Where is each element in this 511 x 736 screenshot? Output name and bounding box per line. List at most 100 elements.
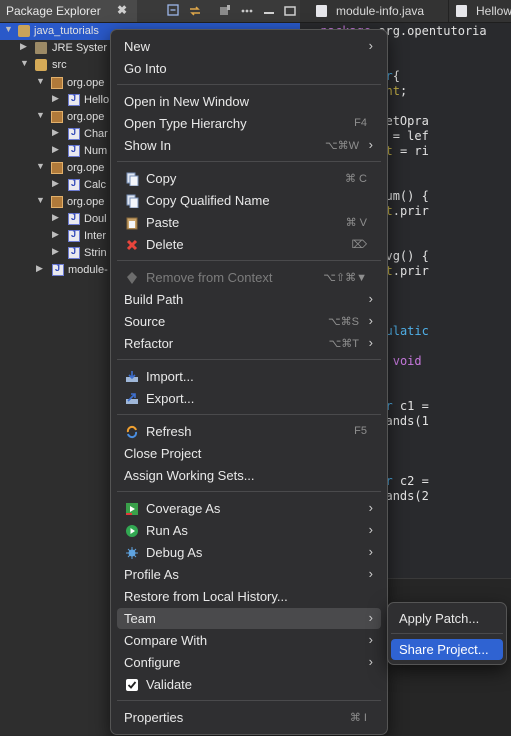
tree-item-label: JRE Syster <box>52 42 108 54</box>
menu-item-refresh[interactable]: Refresh F5 <box>117 421 381 442</box>
menu-item-configure[interactable]: Configure › <box>117 652 381 673</box>
tree-item-src[interactable]: ▼ src <box>0 57 110 74</box>
tree-item-file[interactable]: ▶ Num <box>0 143 110 160</box>
menu-item-import[interactable]: Import... <box>117 366 381 387</box>
run-icon <box>126 525 138 537</box>
chevron-right-icon[interactable]: ▶ <box>52 93 59 104</box>
chevron-right-icon[interactable]: ▶ <box>36 263 43 274</box>
view-menu-icon[interactable] <box>240 4 254 18</box>
menu-item-go-into[interactable]: Go Into <box>117 58 381 79</box>
menu-item-coverage-as[interactable]: Coverage As › <box>117 498 381 519</box>
tab-label: module-info.java <box>336 4 425 18</box>
menu-item-properties[interactable]: Properties ⌘ I <box>117 707 381 728</box>
menu-item-debug-as[interactable]: Debug As › <box>117 542 381 563</box>
tree-item-package[interactable]: ▼ org.ope <box>0 109 110 126</box>
menu-item-label: Restore from Local History... <box>124 589 288 604</box>
chevron-right-icon[interactable]: ▶ <box>20 41 27 52</box>
menu-item-export[interactable]: Export... <box>117 388 381 409</box>
menu-item-new[interactable]: New › <box>117 36 381 57</box>
delete-icon <box>126 239 138 251</box>
package-icon <box>51 77 63 89</box>
maximize-icon[interactable] <box>283 4 297 18</box>
tree-item-file[interactable]: ▶ Doul <box>0 211 110 228</box>
tree-item-package[interactable]: ▼ org.ope <box>0 194 110 211</box>
tab-module-info[interactable]: module-info.java <box>308 0 449 22</box>
chevron-right-icon: › <box>368 335 373 350</box>
menu-item-refactor[interactable]: Refactor ⌥⌘T › <box>117 333 381 354</box>
tree-item-file[interactable]: ▶ Calc <box>0 177 110 194</box>
tree-item-file[interactable]: ▶ Hello <box>0 92 110 109</box>
chevron-down-icon[interactable]: ▼ <box>36 161 45 171</box>
menu-item-open-in-new-window[interactable]: Open in New Window <box>117 91 381 112</box>
tab-label: Hellowo <box>476 4 511 18</box>
menu-item-build-path[interactable]: Build Path › <box>117 289 381 310</box>
menu-item-delete[interactable]: Delete ⌦ <box>117 234 381 255</box>
tree-item-package[interactable]: ▼ org.ope <box>0 75 110 92</box>
menu-item-shortcut: F4 <box>354 117 367 129</box>
export-icon <box>126 393 138 404</box>
menu-item-copy-qualified-name[interactable]: Copy Qualified Name <box>117 190 381 211</box>
tab-hellowo[interactable]: Hellowo <box>448 0 511 22</box>
tab-package-explorer[interactable]: Package Explorer ✖ <box>0 0 137 22</box>
chevron-right-icon[interactable]: ▶ <box>52 246 59 257</box>
menu-item-assign-working-sets[interactable]: Assign Working Sets... <box>117 465 381 486</box>
chevron-down-icon[interactable]: ▼ <box>36 76 45 86</box>
submenu-item-share-project[interactable]: Share Project... <box>391 639 503 660</box>
menu-item-compare-with[interactable]: Compare With › <box>117 630 381 651</box>
menu-separator <box>117 491 381 492</box>
minimize-icon[interactable] <box>262 4 276 18</box>
chevron-down-icon[interactable]: ▼ <box>36 195 45 205</box>
close-icon[interactable]: ✖ <box>117 3 127 17</box>
menu-item-restore-from-local-history[interactable]: Restore from Local History... <box>117 586 381 607</box>
chevron-down-icon[interactable]: ▼ <box>20 58 29 68</box>
tree-item-file[interactable]: ▶ Inter <box>0 228 110 245</box>
tree-item-jre[interactable]: ▶ JRE Syster <box>0 40 110 57</box>
collapse-all-icon[interactable] <box>167 4 181 18</box>
java-file-icon <box>52 263 64 276</box>
menu-item-show-in[interactable]: Show In ⌥⌘W › <box>117 135 381 156</box>
menu-item-label: Export... <box>146 391 195 406</box>
java-file-icon <box>68 246 80 259</box>
tree-item-label: Calc <box>84 179 107 191</box>
menu-item-profile-as[interactable]: Profile As › <box>117 564 381 585</box>
java-file-icon <box>456 5 467 17</box>
chevron-right-icon[interactable]: ▶ <box>52 144 59 155</box>
tree-item-label: Num <box>84 145 108 157</box>
tree-item-file[interactable]: ▶ Char <box>0 126 110 143</box>
menu-item-team[interactable]: Team › <box>117 608 381 629</box>
chevron-down-icon[interactable]: ▼ <box>4 24 13 34</box>
tree-item-package[interactable]: ▼ org.ope <box>0 160 110 177</box>
menu-item-open-type-hierarchy[interactable]: Open Type Hierarchy F4 <box>117 113 381 134</box>
java-file-icon <box>316 5 327 17</box>
tree-item-file[interactable]: ▶ Strin <box>0 245 110 262</box>
chevron-right-icon: › <box>368 654 373 669</box>
tree-item-file[interactable]: ▶ module- <box>0 262 110 279</box>
menu-item-close-project[interactable]: Close Project <box>117 443 381 464</box>
menu-item-validate[interactable]: Validate <box>117 674 381 695</box>
menu-item-source[interactable]: Source ⌥⌘S › <box>117 311 381 332</box>
chevron-right-icon[interactable]: ▶ <box>52 178 59 189</box>
menu-item-label: Open in New Window <box>124 94 249 109</box>
submenu-item-apply-patch[interactable]: Apply Patch... <box>391 608 503 629</box>
menu-item-shortcut: ⌘ V <box>345 217 367 229</box>
chevron-right-icon: › <box>368 610 373 625</box>
submenu-item-label: Apply Patch... <box>399 611 480 626</box>
tree-item-label: org.ope <box>67 111 105 123</box>
menu-item-paste[interactable]: Paste ⌘ V <box>117 212 381 233</box>
link-with-editor-icon[interactable] <box>188 4 202 18</box>
menu-item-copy[interactable]: Copy ⌘ C <box>117 168 381 189</box>
menu-separator <box>117 161 381 162</box>
package-icon <box>51 111 63 123</box>
menu-item-shortcut: ⌥⌘S <box>327 316 359 328</box>
java-file-icon <box>68 229 80 242</box>
filters-icon[interactable] <box>218 4 232 18</box>
menu-item-label: Assign Working Sets... <box>124 468 255 483</box>
menu-item-label: Team <box>124 611 156 626</box>
menu-item-label: Configure <box>124 655 181 670</box>
chevron-down-icon[interactable]: ▼ <box>36 110 45 120</box>
menu-item-run-as[interactable]: Run As › <box>117 520 381 541</box>
chevron-right-icon[interactable]: ▶ <box>52 127 59 138</box>
chevron-right-icon[interactable]: ▶ <box>52 212 59 223</box>
menu-item-label: Validate <box>146 677 193 692</box>
chevron-right-icon[interactable]: ▶ <box>52 229 59 240</box>
